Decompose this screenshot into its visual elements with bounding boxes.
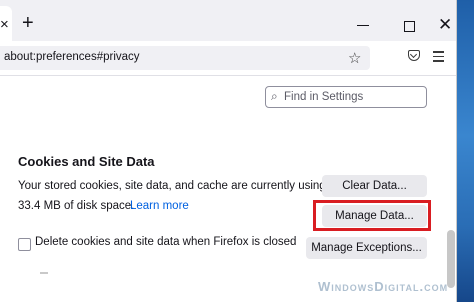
disk-usage-text: 33.4 MB of disk space. — [18, 200, 135, 212]
clear-data-button[interactable]: Clear Data... — [322, 175, 427, 197]
learn-more-link[interactable]: Learn more — [130, 200, 189, 212]
desktop-background — [456, 0, 474, 302]
search-input[interactable] — [284, 88, 422, 105]
watermark: WindowsDigital.com — [318, 279, 449, 294]
hamburger-menu-icon[interactable] — [433, 51, 444, 65]
url-text[interactable]: about:preferences#privacy — [4, 51, 140, 63]
new-tab-button[interactable]: + — [22, 13, 34, 33]
delete-on-close-label[interactable]: Delete cookies and site data when Firefo… — [35, 236, 296, 248]
delete-on-close-checkbox[interactable] — [18, 238, 31, 251]
search-icon: ⌕ — [271, 89, 278, 103]
find-in-settings[interactable]: ⌕ — [265, 86, 427, 108]
scrollbar-thumb[interactable] — [447, 230, 455, 288]
pocket-icon[interactable] — [408, 50, 420, 61]
minimize-icon[interactable] — [357, 25, 369, 26]
navigation-bar: about:preferences#privacy ☆ — [0, 41, 456, 76]
tab-strip: × + ✕ — [0, 0, 456, 41]
address-bar[interactable]: about:preferences#privacy ☆ — [0, 46, 370, 70]
section-title: Cookies and Site Data — [18, 154, 155, 169]
close-window-icon[interactable]: ✕ — [438, 16, 452, 33]
settings-content: ⌕ Cookies and Site Data Your stored cook… — [0, 76, 456, 302]
divider — [40, 272, 48, 274]
star-icon[interactable]: ☆ — [348, 49, 361, 67]
section-description: Your stored cookies, site data, and cach… — [18, 180, 326, 192]
manage-exceptions-button[interactable]: Manage Exceptions... — [306, 237, 427, 259]
tab-close-icon[interactable]: × — [0, 17, 9, 32]
maximize-icon[interactable] — [404, 21, 415, 32]
highlight-box — [313, 200, 431, 231]
browser-window: × + ✕ about:preferences#privacy ☆ ⌕ Cook… — [0, 0, 457, 302]
